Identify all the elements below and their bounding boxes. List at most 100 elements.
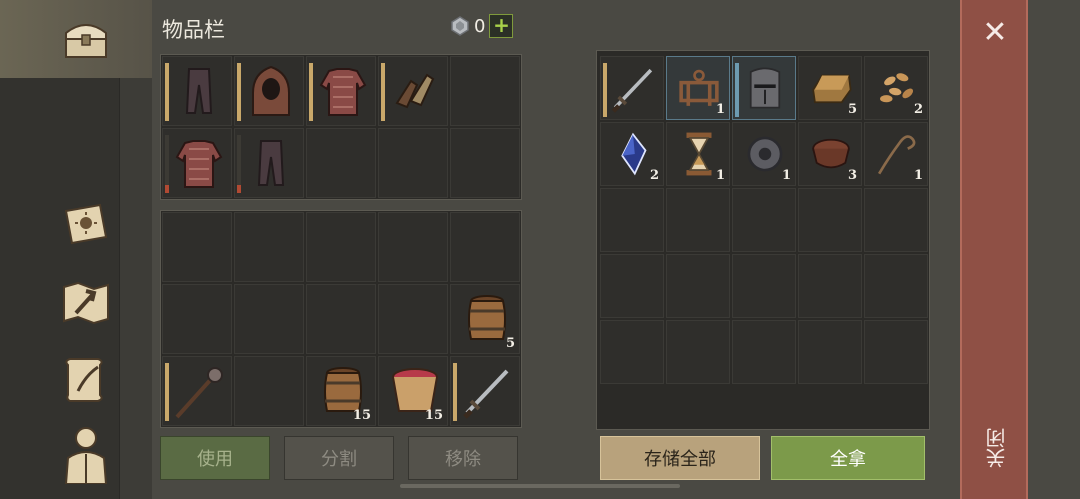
add-currency-button[interactable]: +	[489, 14, 514, 38]
close-label[interactable]: 关闭	[982, 428, 1010, 468]
durability-bar	[309, 63, 313, 121]
inventory-slot[interactable]	[162, 212, 232, 282]
inventory-slot[interactable]	[450, 212, 520, 282]
storage-slot[interactable]: 1	[732, 122, 796, 186]
equipment-slot[interactable]	[378, 56, 448, 126]
storage-slot[interactable]	[666, 320, 730, 384]
storage-slot[interactable]	[732, 56, 796, 120]
item-count: 2	[649, 168, 659, 183]
helmet-icon	[749, 67, 781, 109]
item-count: 1	[715, 102, 725, 117]
storage-slot[interactable]	[600, 188, 664, 252]
equipment-slot[interactable]	[306, 56, 376, 126]
character-icon[interactable]	[60, 427, 112, 484]
currency-display: 0 +	[450, 14, 514, 38]
item-count: 3	[847, 168, 857, 183]
currency-value: 0	[474, 15, 486, 37]
storage-slot[interactable]	[798, 188, 862, 252]
hood-icon	[252, 65, 290, 116]
storage-slot[interactable]	[864, 188, 928, 252]
gem-icon	[451, 16, 469, 36]
item-count: 15	[352, 408, 371, 423]
inventory-slot[interactable]: 15	[378, 356, 448, 426]
sidebar	[0, 0, 152, 499]
storage-slot[interactable]	[600, 56, 664, 120]
durability-bar	[603, 63, 607, 117]
inventory-slot[interactable]	[234, 356, 304, 426]
storage-slot[interactable]	[666, 188, 730, 252]
storage-slot[interactable]	[666, 254, 730, 318]
inventory-slot[interactable]: 15	[306, 356, 376, 426]
equipment-slot[interactable]	[450, 56, 520, 126]
close-sidebar[interactable]	[960, 0, 1028, 499]
inventory-slot[interactable]	[306, 212, 376, 282]
item-count: 1	[781, 168, 791, 183]
mace-icon	[175, 367, 223, 419]
storage-slot[interactable]: 1	[666, 122, 730, 186]
chainmail-icon	[175, 140, 223, 188]
durability-bar	[237, 63, 241, 121]
storage-slot[interactable]	[732, 188, 796, 252]
durability-bar	[165, 363, 169, 421]
inventory-slot[interactable]	[162, 284, 232, 354]
chest-icon[interactable]	[60, 12, 112, 64]
gloves-icon	[395, 73, 435, 109]
item-count: 1	[715, 168, 725, 183]
inventory-slot[interactable]	[306, 284, 376, 354]
storage-slot[interactable]: 1	[666, 56, 730, 120]
inventory-slot[interactable]	[450, 356, 520, 426]
inventory-slot[interactable]	[162, 356, 232, 426]
inventory-grid: 5 15 15	[162, 212, 520, 426]
use-button[interactable]: 使用	[160, 436, 270, 480]
storage-slot[interactable]: 1	[864, 122, 928, 186]
durability-bar	[165, 63, 169, 121]
equipment-slot[interactable]	[162, 128, 232, 198]
durability-bar	[735, 63, 739, 117]
inventory-slot[interactable]	[234, 212, 304, 282]
equipment-slot[interactable]	[306, 128, 376, 198]
storage-slot[interactable]	[798, 254, 862, 318]
remove-button[interactable]: 移除	[408, 436, 518, 480]
inventory-slot[interactable]	[234, 284, 304, 354]
storage-slot[interactable]: 2	[864, 56, 928, 120]
item-count: 15	[424, 408, 443, 423]
equipment-slot[interactable]	[450, 128, 520, 198]
sun-book-icon[interactable]	[60, 198, 112, 250]
storage-slot[interactable]	[600, 254, 664, 318]
item-count: 1	[913, 168, 923, 183]
item-count: 5	[505, 336, 515, 351]
close-icon[interactable]: ✕	[980, 18, 1010, 48]
equipment-slot[interactable]	[162, 56, 232, 126]
storage-slot[interactable]: 3	[798, 122, 862, 186]
durability-bar	[237, 135, 241, 193]
store-all-button[interactable]: 存储全部	[600, 436, 760, 480]
storage-grid: 1 5 2 2 1 1 3 1	[600, 56, 928, 384]
storage-slot[interactable]	[732, 254, 796, 318]
chainmail-icon	[319, 68, 367, 116]
inventory-slot[interactable]: 5	[450, 284, 520, 354]
durability-bar	[165, 135, 169, 193]
inventory-slot[interactable]	[378, 212, 448, 282]
item-count: 5	[847, 102, 857, 117]
split-button[interactable]: 分割	[284, 436, 394, 480]
storage-slot[interactable]	[732, 320, 796, 384]
durability-bar	[381, 63, 385, 121]
item-count: 2	[913, 102, 923, 117]
storage-slot[interactable]	[798, 320, 862, 384]
scroll-indicator[interactable]	[400, 484, 680, 488]
equipment-slot[interactable]	[234, 56, 304, 126]
storage-slot[interactable]	[864, 320, 928, 384]
page-title: 物品栏	[162, 18, 225, 42]
inventory-slot[interactable]	[378, 284, 448, 354]
sword-icon	[611, 68, 653, 113]
storage-slot[interactable]: 2	[600, 122, 664, 186]
storage-slot[interactable]	[864, 254, 928, 318]
equipment-slot[interactable]	[378, 128, 448, 198]
take-all-button[interactable]: 全拿	[771, 436, 925, 480]
storage-slot[interactable]: 5	[798, 56, 862, 120]
storage-slot[interactable]	[600, 320, 664, 384]
equipment-slot[interactable]	[234, 128, 304, 198]
map-icon[interactable]	[60, 276, 112, 328]
sword-icon	[463, 369, 509, 419]
scroll-quill-icon[interactable]	[60, 354, 112, 406]
